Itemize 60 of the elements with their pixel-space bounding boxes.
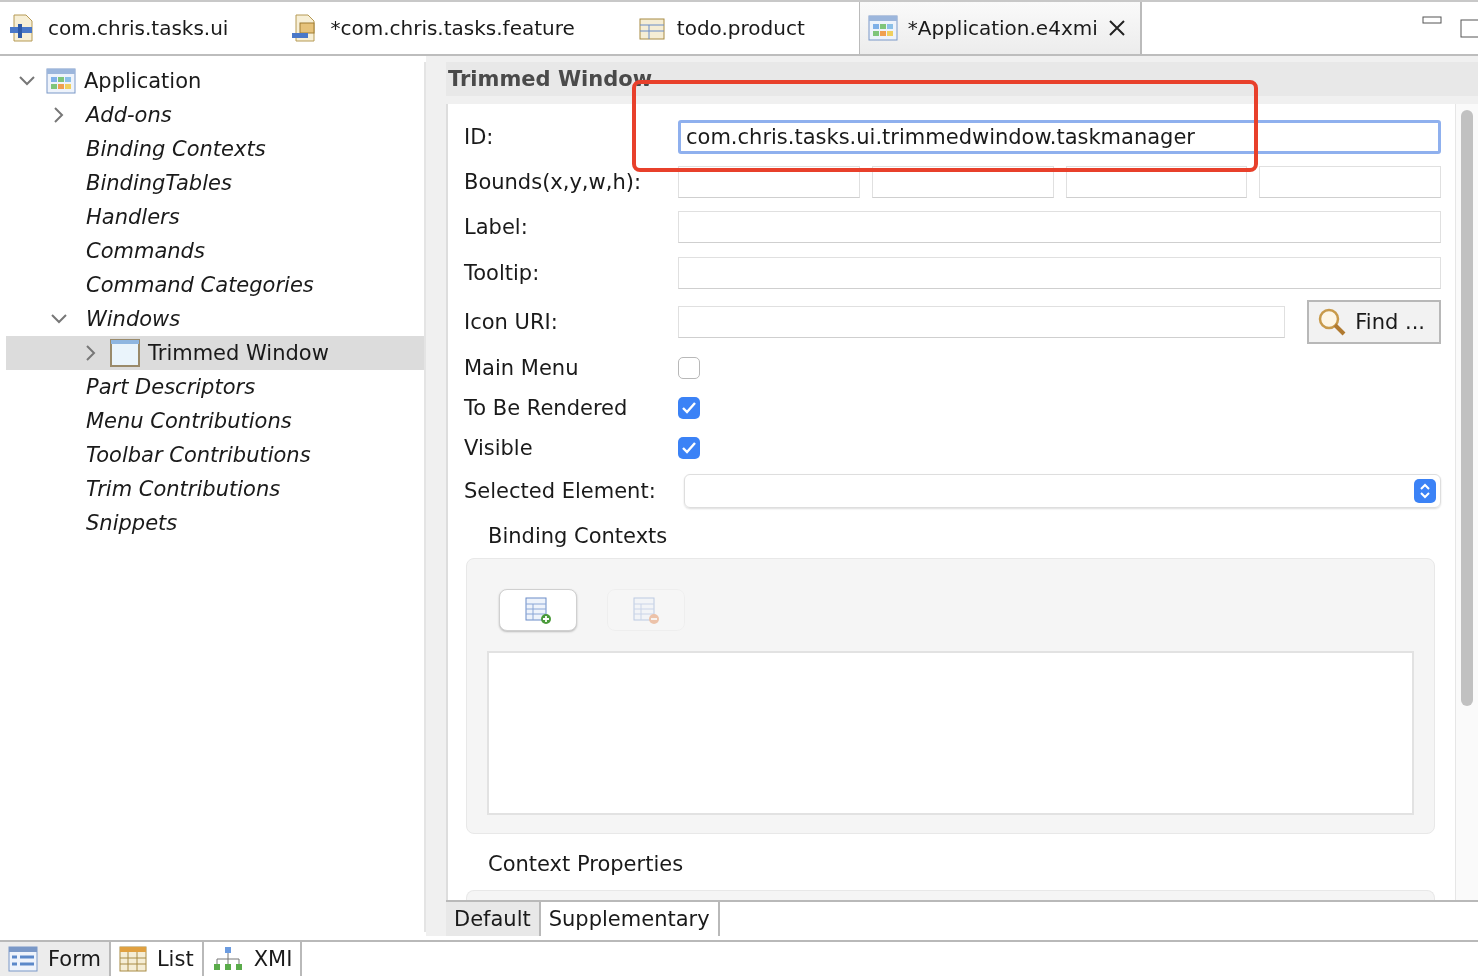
table-plus-icon [523,595,553,626]
field-label: ID: [464,124,495,149]
tree-item[interactable]: Commands [6,234,424,268]
checkbox[interactable] [678,357,700,380]
checkbox[interactable] [678,396,700,419]
text-field[interactable] [678,256,1441,289]
text-field[interactable] [678,305,1286,338]
tree-item[interactable]: Trim Contributions [6,472,424,506]
tree-item[interactable]: Part Descriptors [6,370,424,404]
text-field[interactable]: com.chris.tasks.ui.trimmedwindow.taskmanager [678,119,1441,154]
chevron-right-icon[interactable] [53,106,65,124]
updown-arrows-icon [1414,479,1436,504]
tree-item[interactable]: Menu Contributions [6,404,424,438]
field-label: Main Menu [464,356,580,381]
tree-item[interactable]: BindingTables [6,166,424,200]
list-box[interactable] [487,651,1414,816]
chevron-right-icon[interactable] [85,344,97,362]
tree-item[interactable]: Snippets [6,506,424,540]
search-icon [1317,306,1348,337]
checkbox[interactable] [678,436,700,459]
tree-item[interactable]: Application [6,64,424,98]
field-label: To Be Rendered [464,395,629,420]
section-title: Context Properties [487,850,685,878]
chevron-down-icon[interactable] [18,75,36,87]
form-icon [8,946,38,972]
maximize-icon[interactable] [1460,16,1478,38]
tree-item[interactable]: Trimmed Window [6,336,424,370]
grid-icon [46,68,76,94]
field-label: Bounds(x,y,w,h): [464,170,642,195]
tree-item[interactable]: Add-ons [6,98,424,132]
field-label: Visible [464,435,534,460]
table-icon [118,946,147,972]
table-minus-icon [631,595,661,626]
checkmark-icon [681,400,697,415]
checkmark-icon [681,440,697,455]
grid-icon [867,15,898,41]
editor-tab[interactable]: *Application.e4xmi [858,2,1142,54]
text-field[interactable] [678,211,1441,244]
window-icon [110,339,140,367]
tree-item[interactable]: Command Categories [6,268,424,302]
scrollbar-thumb[interactable] [1461,110,1473,706]
tab[interactable]: Form [0,942,111,976]
tree-item[interactable]: Binding Contexts [6,132,424,166]
tree-item[interactable]: Toolbar Contributions [6,438,424,472]
field-label: Label: [464,215,529,240]
section-title: Binding Contexts [487,523,669,551]
tree-item[interactable]: Windows [6,302,424,336]
tab[interactable]: Default [446,902,541,936]
field-label: Icon URI: [464,309,559,334]
minimize-icon[interactable] [1422,16,1442,24]
hierarchy-icon [211,946,244,972]
close-icon[interactable] [1107,19,1126,37]
field-label: Tooltip: [464,260,541,285]
add-button[interactable] [499,589,577,632]
dropdown[interactable] [684,474,1441,509]
field-label: Selected Element: [464,479,657,504]
chevron-down-icon[interactable] [50,313,68,325]
bounds-field[interactable] [1259,166,1441,199]
tree-item[interactable]: Handlers [6,200,424,234]
find-button[interactable]: Find ... [1307,299,1441,344]
